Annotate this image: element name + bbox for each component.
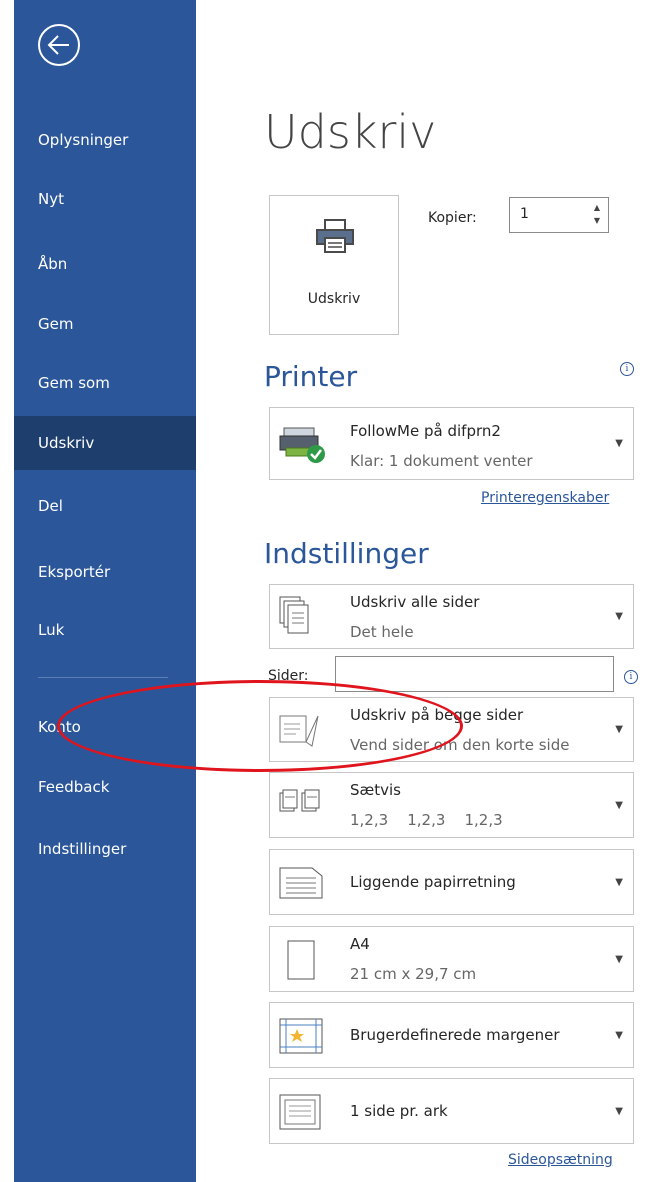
nav-indstillinger[interactable]: Indstillinger [14,830,196,868]
nav-oplysninger[interactable]: Oplysninger [14,121,196,159]
nav-aabn[interactable]: Åbn [14,245,196,283]
nav-divider [38,677,168,678]
backstage-sidebar: Oplysninger Nyt Åbn Gem Gem som Udskriv … [14,0,196,1182]
print-button[interactable]: Udskriv [269,195,399,335]
copies-value: 1 [520,206,529,222]
nav-gem[interactable]: Gem [14,305,196,343]
nav-udskriv[interactable]: Udskriv [14,416,196,470]
back-arrow-icon[interactable] [38,24,80,66]
nav-luk[interactable]: Luk [14,611,196,649]
stepper-up-icon[interactable]: ▲ [594,203,600,212]
pages-per-sheet-icon [279,1094,321,1130]
copies-label: Kopier: [428,210,477,226]
page-title: Udskriv [264,105,437,159]
nav-feedback[interactable]: Feedback [14,768,196,806]
printer-icon [316,219,354,253]
pages-stack-icon [279,596,309,634]
margins-label: Brugerdefinerede margener [350,1026,560,1044]
orientation-select[interactable]: Liggende papirretning ▼ [269,849,634,915]
chevron-down-icon: ▼ [615,800,623,811]
left-margin [0,0,14,1182]
printer-select[interactable]: FollowMe på difprn2 Klar: 1 dokument ven… [269,407,634,480]
orientation-label: Liggende papirretning [350,873,516,891]
nav-eksporter[interactable]: Eksportér [14,553,196,591]
stepper-down-icon[interactable]: ▼ [594,216,600,225]
nav-del[interactable]: Del [14,487,196,525]
print-range-label: Udskriv alle sider [350,593,480,611]
print-button-label: Udskriv [307,291,361,307]
landscape-page-icon [279,867,323,899]
chevron-down-icon: ▼ [615,954,623,965]
paper-size-label: A4 [350,935,370,953]
printer-name: FollowMe på difprn2 [350,422,501,440]
print-range-sub: Det hele [350,623,414,641]
nav-gem-som[interactable]: Gem som [14,364,196,402]
printer-info-icon[interactable]: i [620,362,634,376]
chevron-down-icon: ▼ [615,877,623,888]
pages-per-sheet-label: 1 side pr. ark [350,1102,448,1120]
annotation-circle [57,680,463,772]
collate-sub: 1,2,3 1,2,3 1,2,3 [350,811,503,829]
pages-input[interactable] [335,656,614,692]
collate-icon [279,789,320,812]
collate-select[interactable]: Sætvis 1,2,3 1,2,3 1,2,3 ▼ [269,772,634,838]
printer-properties-link[interactable]: Printeregenskaber [481,490,609,506]
margins-icon [279,1018,323,1054]
printer-ready-icon [279,427,325,463]
print-range-select[interactable]: Udskriv alle sider Det hele ▼ [269,584,634,649]
page-setup-link[interactable]: Sideopsætning [508,1152,613,1168]
chevron-down-icon: ▼ [615,611,623,622]
nav-nyt[interactable]: Nyt [14,180,196,218]
collate-label: Sætvis [350,781,401,799]
copies-stepper[interactable]: 1 ▲ ▼ [509,197,609,233]
pages-per-sheet-select[interactable]: 1 side pr. ark ▼ [269,1078,634,1144]
printer-heading: Printer [264,360,358,393]
chevron-down-icon: ▼ [615,1030,623,1041]
paper-size-select[interactable]: A4 21 cm x 29,7 cm ▼ [269,926,634,992]
chevron-down-icon: ▼ [615,724,623,735]
paper-size-sub: 21 cm x 29,7 cm [350,965,477,983]
print-pane: Udskriv Udskriv Kopier: 1 ▲ ▼ Printer i … [196,0,667,1182]
chevron-down-icon: ▼ [615,438,623,449]
printer-status: Klar: 1 dokument venter [350,452,533,470]
chevron-down-icon: ▼ [615,1106,623,1117]
margins-select[interactable]: Brugerdefinerede margener ▼ [269,1002,634,1068]
pages-info-icon[interactable]: i [624,670,638,684]
paper-size-icon [287,940,315,980]
settings-heading: Indstillinger [264,537,429,570]
